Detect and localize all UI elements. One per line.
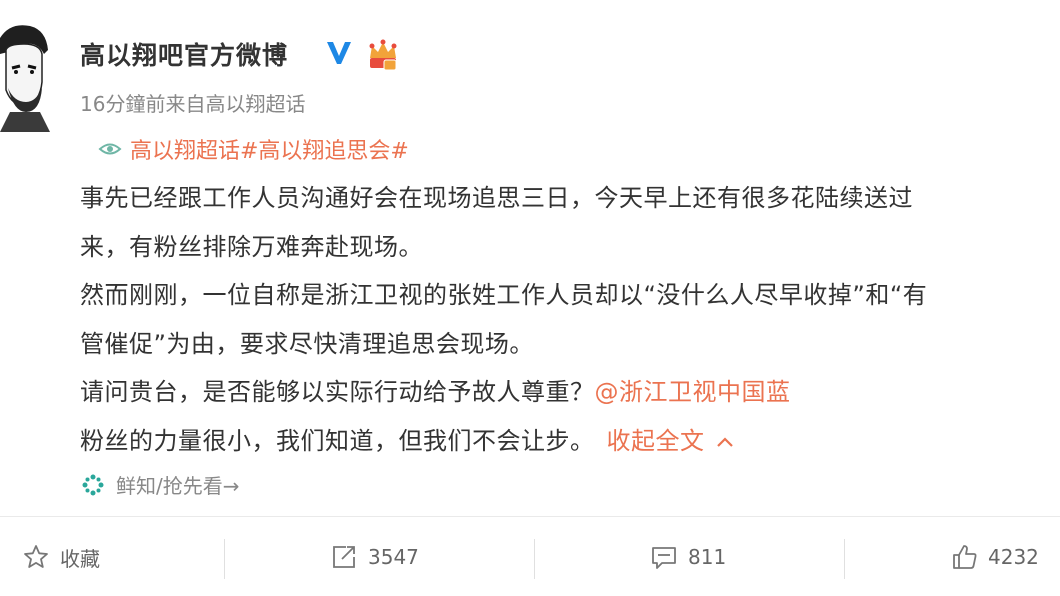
- mention-link[interactable]: @浙江卫视中国蓝: [595, 378, 791, 406]
- favorite-label[interactable]: 收藏: [60, 543, 100, 572]
- action-bar: 收藏 3547 811 4232: [0, 517, 1060, 596]
- post-line-text: 请问贵台，是否能够以实际行动给予故人尊重？: [80, 378, 595, 406]
- comment-count[interactable]: 811: [688, 545, 726, 569]
- post-line: 管催促”为由，要求尽快清理追思会现场。: [80, 329, 534, 358]
- post-line: 来，有粉丝排除万难奔赴现场。: [80, 232, 423, 261]
- source-text[interactable]: 鲜知/抢先看→: [116, 470, 240, 499]
- source-link[interactable]: 鲜知/抢先看→: [80, 470, 240, 499]
- topic-link[interactable]: 高以翔超话#高以翔追思会#: [98, 133, 409, 165]
- post-line-text: 粉丝的力量很小，我们知道，但我们不会让步。: [80, 426, 595, 455]
- source-flower-icon: [82, 474, 104, 495]
- author-name[interactable]: 高以翔吧官方微博: [80, 36, 288, 72]
- post-body: 事先已经跟工作人员沟通好会在现场追思三日，今天早上还有很多花陆续送过 来，有粉丝…: [80, 174, 1060, 465]
- repost-icon: [333, 546, 355, 568]
- post-line: 粉丝的力量很小，我们知道，但我们不会让步。 收起全文: [80, 417, 1060, 466]
- favorite-button[interactable]: 收藏: [22, 539, 100, 575]
- collapse-button[interactable]: 收起全文: [607, 427, 735, 455]
- star-icon: [24, 545, 48, 568]
- eye-icon: [98, 143, 122, 155]
- divider: [534, 539, 535, 579]
- vip-crown-icon[interactable]: [366, 38, 400, 72]
- topic-text[interactable]: 高以翔超话#高以翔追思会#: [130, 133, 409, 165]
- thumbs-up-icon: [953, 545, 977, 569]
- post-line: 请问贵台，是否能够以实际行动给予故人尊重？@浙江卫视中国蓝: [80, 368, 1060, 417]
- like-count[interactable]: 4232: [988, 545, 1039, 569]
- comment-button[interactable]: 811: [650, 539, 726, 575]
- post-meta[interactable]: 16分鐘前来自高以翔超话: [80, 88, 305, 117]
- post-line: 然而刚刚，一位自称是浙江卫视的张姓工作人员却以“没什么人尽早收掉”和“有: [80, 281, 928, 309]
- repost-count[interactable]: 3547: [368, 545, 419, 569]
- verified-icon: [327, 42, 351, 64]
- like-button[interactable]: 4232: [950, 539, 1039, 575]
- collapse-label[interactable]: 收起全文: [607, 427, 705, 455]
- chevron-up-icon[interactable]: [715, 435, 735, 449]
- post-line: 事先已经跟工作人员沟通好会在现场追思三日，今天早上还有很多花陆续送过: [80, 184, 913, 212]
- divider: [844, 539, 845, 579]
- avatar[interactable]: [0, 20, 50, 132]
- divider: [224, 539, 225, 579]
- repost-button[interactable]: 3547: [330, 539, 419, 575]
- comment-icon: [652, 547, 676, 569]
